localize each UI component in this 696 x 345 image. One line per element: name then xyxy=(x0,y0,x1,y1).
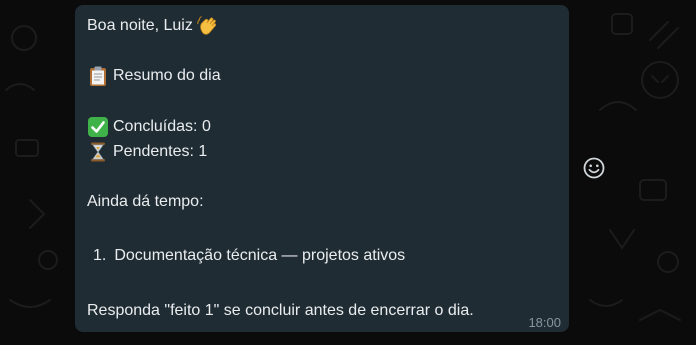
summary-title: Resumo do dia xyxy=(113,67,221,84)
clipboard-icon xyxy=(87,65,109,87)
greeting-line: Boa noite, Luiz xyxy=(87,13,219,38)
hourglass-icon xyxy=(87,141,109,163)
pending-line: Pendentes: 1 xyxy=(87,139,207,164)
message-timestamp: 18:00 xyxy=(528,315,561,330)
still-time-text: Ainda dá tempo: xyxy=(87,193,204,210)
message-bubble[interactable]: Boa noite, Luiz Resumo do dia Concluídas… xyxy=(75,5,569,332)
still-time-line: Ainda dá tempo: xyxy=(87,189,204,214)
summary-title-line: Resumo do dia xyxy=(87,63,221,88)
pending-count: Pendentes: 1 xyxy=(113,143,208,160)
instruction-text: Responda "feito 1" se concluir antes de … xyxy=(87,302,474,319)
list-item-number: 1. xyxy=(93,247,107,264)
greeting-text: Boa noite, Luiz xyxy=(87,17,193,34)
smiley-icon[interactable] xyxy=(582,156,606,180)
check-mark-icon xyxy=(87,116,109,138)
list-item-text: Documentação técnica — projetos ativos xyxy=(114,247,406,264)
completed-count: Concluídas: 0 xyxy=(113,118,211,135)
list-item: 1. Documentação técnica — projetos ativo… xyxy=(93,243,405,268)
instruction-line: Responda "feito 1" se concluir antes de … xyxy=(87,298,474,323)
waving-hand-icon xyxy=(197,15,219,37)
completed-line: Concluídas: 0 xyxy=(87,114,211,139)
